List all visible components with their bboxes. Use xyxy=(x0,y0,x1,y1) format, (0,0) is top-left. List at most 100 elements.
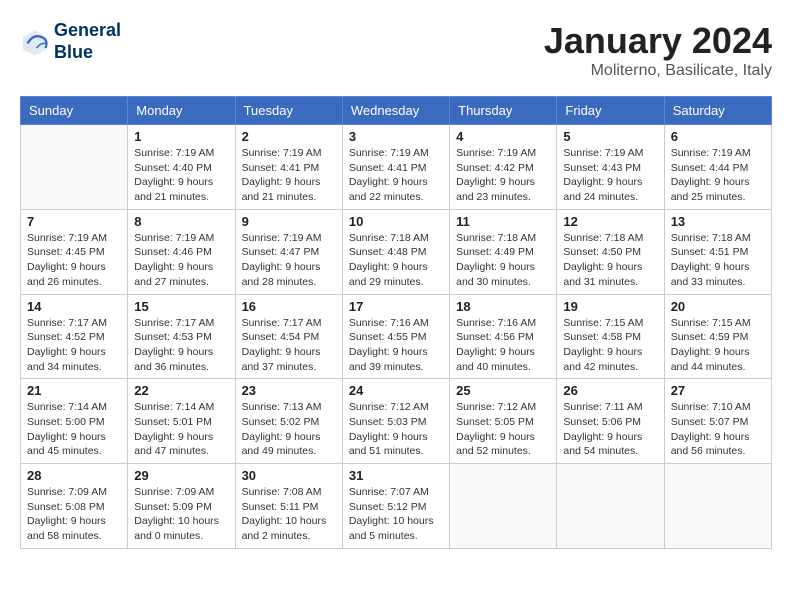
logo-text: General Blue xyxy=(54,20,121,63)
day-info: Sunrise: 7:13 AM Sunset: 5:02 PM Dayligh… xyxy=(242,400,336,459)
weekday-header-wednesday: Wednesday xyxy=(342,97,449,125)
day-info: Sunrise: 7:12 AM Sunset: 5:05 PM Dayligh… xyxy=(456,400,550,459)
title-block: January 2024 Moliterno, Basilicate, Ital… xyxy=(544,20,772,80)
day-info: Sunrise: 7:14 AM Sunset: 5:01 PM Dayligh… xyxy=(134,400,228,459)
location-subtitle: Moliterno, Basilicate, Italy xyxy=(544,62,772,80)
day-info: Sunrise: 7:19 AM Sunset: 4:45 PM Dayligh… xyxy=(27,231,121,290)
calendar-day: 8 Sunrise: 7:19 AM Sunset: 4:46 PM Daylig… xyxy=(128,209,235,294)
day-number: 30 xyxy=(242,468,336,483)
month-title: January 2024 xyxy=(544,20,772,62)
day-number: 28 xyxy=(27,468,121,483)
day-number: 5 xyxy=(563,129,657,144)
calendar-day: 4 Sunrise: 7:19 AM Sunset: 4:42 PM Daylig… xyxy=(450,125,557,210)
weekday-header-sunday: Sunday xyxy=(21,97,128,125)
calendar-day: 19 Sunrise: 7:15 AM Sunset: 4:58 PM Dayli… xyxy=(557,294,664,379)
calendar-day: 6 Sunrise: 7:19 AM Sunset: 4:44 PM Daylig… xyxy=(664,125,771,210)
day-info: Sunrise: 7:17 AM Sunset: 4:53 PM Dayligh… xyxy=(134,316,228,375)
day-number: 13 xyxy=(671,214,765,229)
day-info: Sunrise: 7:15 AM Sunset: 4:59 PM Dayligh… xyxy=(671,316,765,375)
logo-icon xyxy=(20,27,50,57)
day-number: 9 xyxy=(242,214,336,229)
calendar-day: 22 Sunrise: 7:14 AM Sunset: 5:01 PM Dayli… xyxy=(128,379,235,464)
weekday-header-row: SundayMondayTuesdayWednesdayThursdayFrid… xyxy=(21,97,772,125)
day-number: 11 xyxy=(456,214,550,229)
calendar-week-2: 7 Sunrise: 7:19 AM Sunset: 4:45 PM Daylig… xyxy=(21,209,772,294)
day-info: Sunrise: 7:18 AM Sunset: 4:51 PM Dayligh… xyxy=(671,231,765,290)
calendar-day xyxy=(450,464,557,549)
day-info: Sunrise: 7:09 AM Sunset: 5:09 PM Dayligh… xyxy=(134,485,228,544)
calendar-day: 28 Sunrise: 7:09 AM Sunset: 5:08 PM Dayli… xyxy=(21,464,128,549)
day-info: Sunrise: 7:17 AM Sunset: 4:54 PM Dayligh… xyxy=(242,316,336,375)
day-number: 18 xyxy=(456,299,550,314)
calendar-day: 3 Sunrise: 7:19 AM Sunset: 4:41 PM Daylig… xyxy=(342,125,449,210)
day-info: Sunrise: 7:19 AM Sunset: 4:41 PM Dayligh… xyxy=(242,146,336,205)
calendar-day xyxy=(664,464,771,549)
calendar-day: 9Sunrise: 7:19 AM Sunset: 4:47 PM Daylig… xyxy=(235,209,342,294)
day-info: Sunrise: 7:18 AM Sunset: 4:48 PM Dayligh… xyxy=(349,231,443,290)
calendar-day: 20 Sunrise: 7:15 AM Sunset: 4:59 PM Dayli… xyxy=(664,294,771,379)
day-info: Sunrise: 7:19 AM Sunset: 4:43 PM Dayligh… xyxy=(563,146,657,205)
calendar-day: 10 Sunrise: 7:18 AM Sunset: 4:48 PM Dayli… xyxy=(342,209,449,294)
day-info: Sunrise: 7:11 AM Sunset: 5:06 PM Dayligh… xyxy=(563,400,657,459)
day-info: Sunrise: 7:18 AM Sunset: 4:49 PM Dayligh… xyxy=(456,231,550,290)
day-number: 27 xyxy=(671,383,765,398)
day-info: Sunrise: 7:19 AM Sunset: 4:40 PM Dayligh… xyxy=(134,146,228,205)
calendar-table: SundayMondayTuesdayWednesdayThursdayFrid… xyxy=(20,96,772,549)
calendar-day: 30Sunrise: 7:08 AM Sunset: 5:11 PM Dayli… xyxy=(235,464,342,549)
day-number: 16 xyxy=(242,299,336,314)
calendar-day: 12Sunrise: 7:18 AM Sunset: 4:50 PM Dayli… xyxy=(557,209,664,294)
calendar-day: 29 Sunrise: 7:09 AM Sunset: 5:09 PM Dayli… xyxy=(128,464,235,549)
weekday-header-friday: Friday xyxy=(557,97,664,125)
day-number: 19 xyxy=(563,299,657,314)
calendar-day: 5 Sunrise: 7:19 AM Sunset: 4:43 PM Daylig… xyxy=(557,125,664,210)
weekday-header-monday: Monday xyxy=(128,97,235,125)
calendar-day: 18 Sunrise: 7:16 AM Sunset: 4:56 PM Dayli… xyxy=(450,294,557,379)
day-number: 21 xyxy=(27,383,121,398)
day-info: Sunrise: 7:16 AM Sunset: 4:55 PM Dayligh… xyxy=(349,316,443,375)
day-number: 2 xyxy=(242,129,336,144)
day-number: 25 xyxy=(456,383,550,398)
day-number: 7 xyxy=(27,214,121,229)
day-info: Sunrise: 7:07 AM Sunset: 5:12 PM Dayligh… xyxy=(349,485,443,544)
calendar-day: 17Sunrise: 7:16 AM Sunset: 4:55 PM Dayli… xyxy=(342,294,449,379)
calendar-day: 11 Sunrise: 7:18 AM Sunset: 4:49 PM Dayli… xyxy=(450,209,557,294)
day-info: Sunrise: 7:19 AM Sunset: 4:44 PM Dayligh… xyxy=(671,146,765,205)
day-info: Sunrise: 7:19 AM Sunset: 4:42 PM Dayligh… xyxy=(456,146,550,205)
calendar-day: 25 Sunrise: 7:12 AM Sunset: 5:05 PM Dayli… xyxy=(450,379,557,464)
day-number: 23 xyxy=(242,383,336,398)
day-number: 31 xyxy=(349,468,443,483)
calendar-day: 23 Sunrise: 7:13 AM Sunset: 5:02 PM Dayli… xyxy=(235,379,342,464)
weekday-header-tuesday: Tuesday xyxy=(235,97,342,125)
day-number: 20 xyxy=(671,299,765,314)
day-number: 8 xyxy=(134,214,228,229)
day-number: 3 xyxy=(349,129,443,144)
day-info: Sunrise: 7:19 AM Sunset: 4:41 PM Dayligh… xyxy=(349,146,443,205)
calendar-day: 2 Sunrise: 7:19 AM Sunset: 4:41 PM Daylig… xyxy=(235,125,342,210)
day-number: 26 xyxy=(563,383,657,398)
day-number: 15 xyxy=(134,299,228,314)
weekday-header-saturday: Saturday xyxy=(664,97,771,125)
day-number: 22 xyxy=(134,383,228,398)
day-info: Sunrise: 7:19 AM Sunset: 4:46 PM Dayligh… xyxy=(134,231,228,290)
day-number: 6 xyxy=(671,129,765,144)
day-number: 14 xyxy=(27,299,121,314)
calendar-day: 24 Sunrise: 7:12 AM Sunset: 5:03 PM Dayli… xyxy=(342,379,449,464)
day-info: Sunrise: 7:09 AM Sunset: 5:08 PM Dayligh… xyxy=(27,485,121,544)
day-number: 24 xyxy=(349,383,443,398)
day-number: 4 xyxy=(456,129,550,144)
weekday-header-thursday: Thursday xyxy=(450,97,557,125)
page-header: General Blue January 2024 Moliterno, Bas… xyxy=(20,20,772,80)
day-number: 12 xyxy=(563,214,657,229)
day-info: Sunrise: 7:15 AM Sunset: 4:58 PM Dayligh… xyxy=(563,316,657,375)
day-number: 10 xyxy=(349,214,443,229)
day-info: Sunrise: 7:16 AM Sunset: 4:56 PM Dayligh… xyxy=(456,316,550,375)
day-number: 29 xyxy=(134,468,228,483)
calendar-day: 14Sunrise: 7:17 AM Sunset: 4:52 PM Dayli… xyxy=(21,294,128,379)
calendar-week-3: 14Sunrise: 7:17 AM Sunset: 4:52 PM Dayli… xyxy=(21,294,772,379)
calendar-day: 31 Sunrise: 7:07 AM Sunset: 5:12 PM Dayli… xyxy=(342,464,449,549)
day-info: Sunrise: 7:12 AM Sunset: 5:03 PM Dayligh… xyxy=(349,400,443,459)
calendar-day xyxy=(557,464,664,549)
calendar-week-5: 28 Sunrise: 7:09 AM Sunset: 5:08 PM Dayli… xyxy=(21,464,772,549)
calendar-day: 27Sunrise: 7:10 AM Sunset: 5:07 PM Dayli… xyxy=(664,379,771,464)
calendar-day: 13 Sunrise: 7:18 AM Sunset: 4:51 PM Dayli… xyxy=(664,209,771,294)
